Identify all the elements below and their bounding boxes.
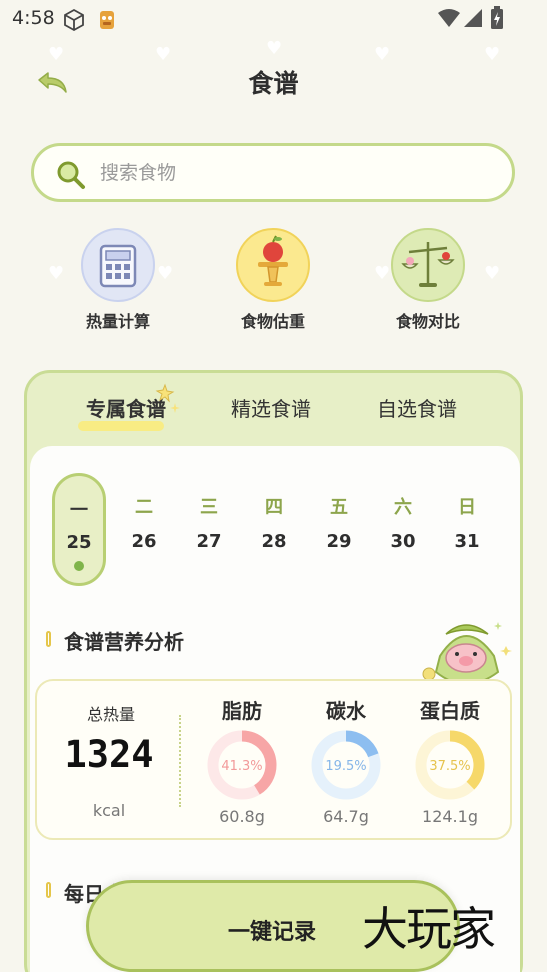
tab-exclusive[interactable]: 专属食谱 — [86, 393, 166, 422]
date-label: 26 — [131, 531, 157, 552]
nutrient-fat: 脂肪 41.3% 60.8g — [192, 695, 292, 826]
weekday-label: 六 — [394, 497, 412, 518]
tab-custom[interactable]: 自选食谱 — [377, 393, 457, 422]
battery-icon — [491, 6, 503, 29]
day-selector[interactable]: 四 28 — [247, 493, 301, 552]
date-label: 25 — [66, 532, 92, 553]
weekday-label: 二 — [135, 497, 153, 518]
tool-food-compare[interactable]: 食物对比 — [368, 228, 488, 332]
nutrient-name: 碳水 — [326, 699, 366, 723]
tool-label: 热量计算 — [85, 312, 150, 331]
search-bar[interactable] — [31, 143, 515, 202]
selected-dot — [74, 561, 84, 571]
tool-calorie-calc[interactable]: 热量计算 — [58, 228, 178, 332]
weekday-label: 三 — [200, 497, 218, 518]
nutrient-grams: 64.7g — [323, 807, 369, 826]
day-selector[interactable]: 五 29 — [312, 493, 366, 552]
signal-icon — [464, 9, 482, 27]
total-calories-label: 总热量 — [86, 705, 135, 724]
weekday-label: 四 — [265, 497, 283, 518]
date-label: 28 — [261, 531, 287, 552]
day-selector[interactable]: 三 27 — [182, 493, 236, 552]
search-icon — [57, 161, 85, 189]
date-label: 29 — [326, 531, 352, 552]
day-selector-monday[interactable]: 一 25 — [52, 473, 106, 586]
heart-icon: ♥ — [155, 44, 172, 65]
weekday-label: 一 — [70, 500, 88, 521]
sparkle-icon — [155, 383, 180, 413]
heart-icon: ♥ — [48, 44, 65, 65]
ring-percent: 37.5% — [429, 759, 470, 774]
tool-label: 食物估重 — [240, 312, 305, 331]
tool-label: 食物对比 — [395, 312, 460, 331]
watermark: 大玩家 — [362, 902, 496, 956]
total-calories-unit: kcal — [92, 801, 126, 820]
active-tab-highlight — [78, 421, 164, 431]
section-marker — [46, 631, 51, 647]
nutrient-name: 脂肪 — [222, 699, 262, 723]
status-time: 4:58 — [12, 7, 55, 29]
page-title: 食谱 — [248, 69, 299, 98]
divider — [179, 715, 181, 807]
day-selector[interactable]: 二 26 — [117, 493, 171, 552]
status-bar: 4:58 — [0, 0, 547, 36]
heart-icon: ♥ — [266, 38, 283, 59]
nutrient-grams: 124.1g — [422, 807, 478, 826]
date-label: 27 — [196, 531, 222, 552]
ring-percent: 41.3% — [221, 759, 262, 774]
date-label: 31 — [454, 531, 480, 552]
heart-icon: ♥ — [484, 44, 501, 65]
search-input[interactable] — [100, 159, 480, 187]
date-label: 30 — [390, 531, 416, 552]
protein-ring-chart: 37.5% — [415, 730, 485, 800]
total-calories-value: 1324 — [64, 733, 154, 776]
wifi-icon — [438, 9, 460, 27]
cube-icon — [64, 8, 84, 32]
carbs-ring-chart: 19.5% — [311, 730, 381, 800]
balance-scale-icon — [391, 228, 465, 302]
nutrient-carbs: 碳水 19.5% 64.7g — [296, 695, 396, 826]
nutrient-grams: 60.8g — [219, 807, 265, 826]
apple-scale-icon — [236, 228, 310, 302]
heart-icon: ♥ — [374, 44, 391, 65]
tab-featured[interactable]: 精选食谱 — [231, 393, 311, 422]
weekday-label: 日 — [458, 497, 476, 518]
analysis-title: 食谱营养分析 — [64, 630, 184, 654]
day-selector[interactable]: 六 30 — [376, 493, 430, 552]
section-marker — [46, 882, 51, 898]
nutrition-card: 总热量 1324 kcal 脂肪 41.3% 60.8g 碳水 19.5% 64… — [35, 679, 512, 840]
fat-ring-chart: 41.3% — [207, 730, 277, 800]
ring-percent: 19.5% — [325, 759, 366, 774]
day-selector[interactable]: 日 31 — [440, 493, 494, 552]
calculator-icon — [81, 228, 155, 302]
nutrient-name: 蛋白质 — [420, 699, 480, 723]
tool-food-weight[interactable]: 食物估重 — [213, 228, 333, 332]
nutrient-protein: 蛋白质 37.5% 124.1g — [400, 695, 500, 826]
weekday-label: 五 — [330, 497, 348, 518]
recipe-tabs: 专属食谱 精选食谱 自选食谱 — [27, 383, 520, 433]
app-notification-icon — [100, 11, 114, 29]
